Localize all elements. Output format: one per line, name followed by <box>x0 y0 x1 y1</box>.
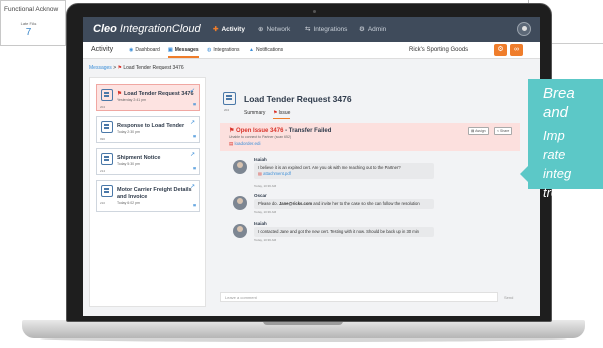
network-icon: ⊕ <box>258 26 264 33</box>
tab-integrations[interactable]: ◍ Integrations <box>207 47 240 53</box>
list-item[interactable]: 214 Shipment Notice Today 5:30 pm ↗ ▤ <box>96 148 200 175</box>
avatar <box>233 196 247 210</box>
list-item[interactable]: 990 Response to Load Tender Today 2:30 p… <box>96 116 200 143</box>
dashboard-icon: ◉ <box>129 47 134 53</box>
nav-admin[interactable]: ⚙ Admin <box>359 25 386 33</box>
nav-integrations[interactable]: ⇆ Integrations <box>305 25 347 33</box>
issue-file-link[interactable]: ▤ loadorder.edi <box>229 141 261 147</box>
breadcrumb-current: Load Tender Request 3476 <box>123 65 184 71</box>
top-bar: Cleo IntegrationCloud ✚ Activity ⊕ Network… <box>83 17 540 42</box>
attachment-link[interactable]: ▤ attachment.pdf <box>258 171 430 177</box>
integrations-icon: ⇆ <box>305 26 311 33</box>
avatar <box>233 160 247 174</box>
document-icon <box>101 121 113 133</box>
edi-icon: ▤ <box>193 203 196 207</box>
issue-subtitle: Unable to connect to Partner (scan 652) <box>229 135 292 139</box>
tab-issue[interactable]: ⚑Issue <box>273 110 291 119</box>
callout-body: Imp rate integ trou <box>543 128 572 200</box>
arrow-icon: ↙ <box>189 88 195 94</box>
document-icon <box>223 92 236 105</box>
arrow-icon: ↗ <box>189 152 195 158</box>
issue-id: Open Issue 3476 <box>236 128 284 134</box>
flag-icon: ⚑ <box>117 65 122 71</box>
document-icon <box>101 153 113 165</box>
messages-icon: ▣ <box>168 47 173 53</box>
user-avatar[interactable] <box>517 22 531 36</box>
comment-input[interactable]: Leave a comment <box>220 292 498 302</box>
list-item[interactable]: 210 Motor Carrier Freight Details and In… <box>96 180 200 212</box>
avatar <box>233 224 247 238</box>
arrow-icon: ↗ <box>189 120 195 126</box>
flag-icon: ⚑ <box>117 91 122 97</box>
background-card: Functional Acknow Late FAs 7 <box>0 0 66 46</box>
list-item[interactable]: 204 ⚑ Load Tender Request 3476 Yesterday … <box>96 84 200 111</box>
app-screen: Cleo IntegrationCloud ✚ Activity ⊕ Network… <box>83 17 540 316</box>
email-link[interactable]: Jane@ricks.com <box>279 201 312 206</box>
detail-title: Load Tender Request 3476 <box>244 94 352 104</box>
arrow-icon: ↗ <box>189 184 195 190</box>
message: Oscar Please do. Jane@ricks.com and invi… <box>233 193 523 223</box>
issue-banner: ⚑ Open Issue 3476 - Transfer Failed Unab… <box>220 123 520 151</box>
tab-notifications[interactable]: ▲ Notifications <box>249 47 283 53</box>
document-icon <box>101 89 113 101</box>
breadcrumb: Messages > ⚑ Load Tender Request 3476 <box>89 65 184 71</box>
callout-heading: Brea and <box>543 85 575 121</box>
nav-activity[interactable]: ✚ Activity <box>213 25 245 33</box>
message: Isaiah I contacted Jane and got the new … <box>233 221 523 251</box>
activity-icon: ✚ <box>213 26 219 33</box>
bell-icon: ▲ <box>249 47 254 53</box>
breadcrumb-messages[interactable]: Messages <box>89 65 112 71</box>
document-icon <box>101 185 113 197</box>
message: Isaiah I believe it is an expired cert. … <box>233 157 523 192</box>
late-fas-value: 7 <box>25 27 32 38</box>
edi-icon: ▤ <box>193 102 196 106</box>
edi-icon: ▤ <box>193 166 196 170</box>
integrations-icon: ◍ <box>207 47 212 53</box>
sub-nav: Activity ◉ Dashboard ▣ Messages ◍ Integrati… <box>83 42 540 59</box>
customer-name[interactable]: Rick's Sporting Goods <box>409 47 468 53</box>
background-card-title: Functional Acknow <box>4 6 59 13</box>
share-button[interactable]: < Share <box>494 127 513 135</box>
flag-icon: ⚑ <box>229 128 237 134</box>
flag-icon: ⚑ <box>273 110 278 116</box>
edi-icon: ▤ <box>193 134 196 138</box>
webcam <box>313 10 316 13</box>
settings-button[interactable]: ⚙ <box>494 44 507 56</box>
tab-dashboard[interactable]: ◉ Dashboard <box>129 47 160 53</box>
app-logo[interactable]: Cleo IntegrationCloud <box>93 23 201 35</box>
link-button[interactable]: ∞ <box>510 44 523 56</box>
tab-messages[interactable]: ▣ Messages <box>168 47 199 58</box>
page-title: Activity <box>91 46 114 53</box>
tab-summary[interactable]: Summary <box>244 110 265 116</box>
assign-button[interactable]: ▤ Assign <box>468 127 489 135</box>
nav-network[interactable]: ⊕ Network <box>258 25 290 33</box>
late-fas-label: Late FAs <box>20 21 37 26</box>
send-button[interactable]: Send <box>504 295 513 300</box>
message-list: 204 ⚑ Load Tender Request 3476 Yesterday … <box>89 77 206 307</box>
gear-icon: ⚙ <box>359 26 365 33</box>
